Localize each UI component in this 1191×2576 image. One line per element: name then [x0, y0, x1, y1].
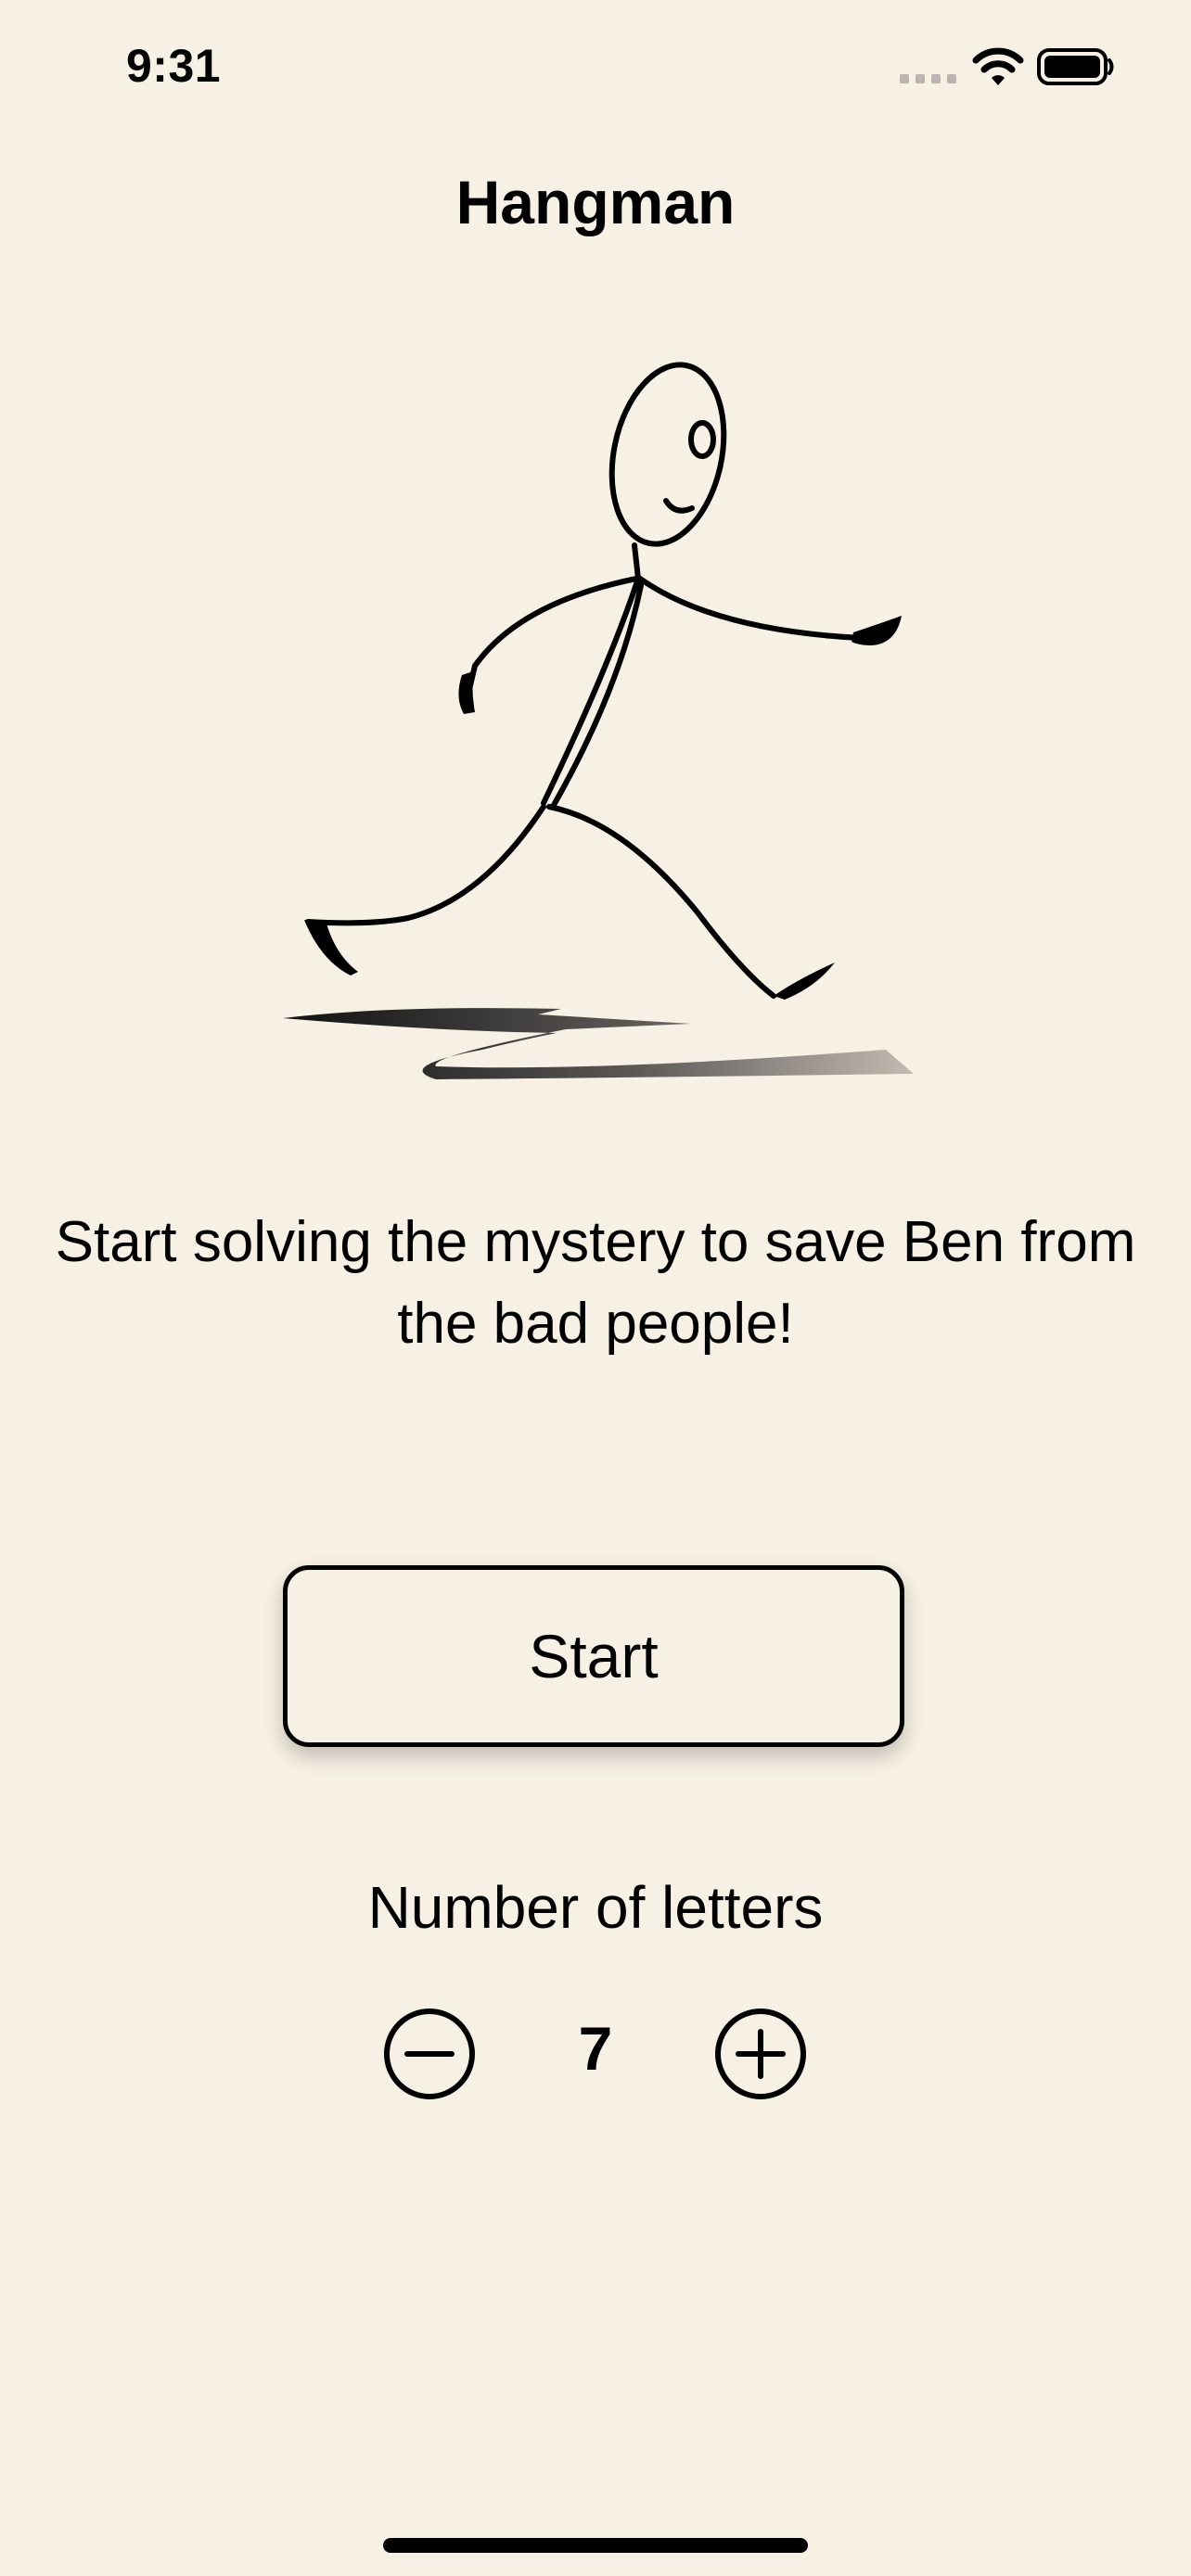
tagline: Start solving the mystery to save Ben fr…	[55, 1210, 1136, 1356]
minus-circle-icon[interactable]	[383, 2008, 476, 2100]
start-button-label: Start	[529, 1622, 659, 1690]
letter-count-stepper: 7	[0, 2008, 1191, 2100]
plus-circle-icon[interactable]	[714, 2008, 807, 2100]
letter-count-value: 7	[578, 2014, 613, 2083]
page-title: Hangman	[455, 168, 736, 236]
wifi-icon	[972, 47, 1024, 85]
status-bar: 9:31	[0, 0, 1191, 139]
home-indicator[interactable]	[383, 2538, 808, 2553]
signal-icon	[900, 74, 956, 83]
battery-icon	[1037, 48, 1114, 85]
running-stick-figure-image	[283, 362, 914, 1079]
letters-count-label: Number of letters	[367, 1874, 824, 1941]
status-time: 9:31	[126, 40, 222, 92]
start-button[interactable]: Start	[283, 1565, 904, 1747]
